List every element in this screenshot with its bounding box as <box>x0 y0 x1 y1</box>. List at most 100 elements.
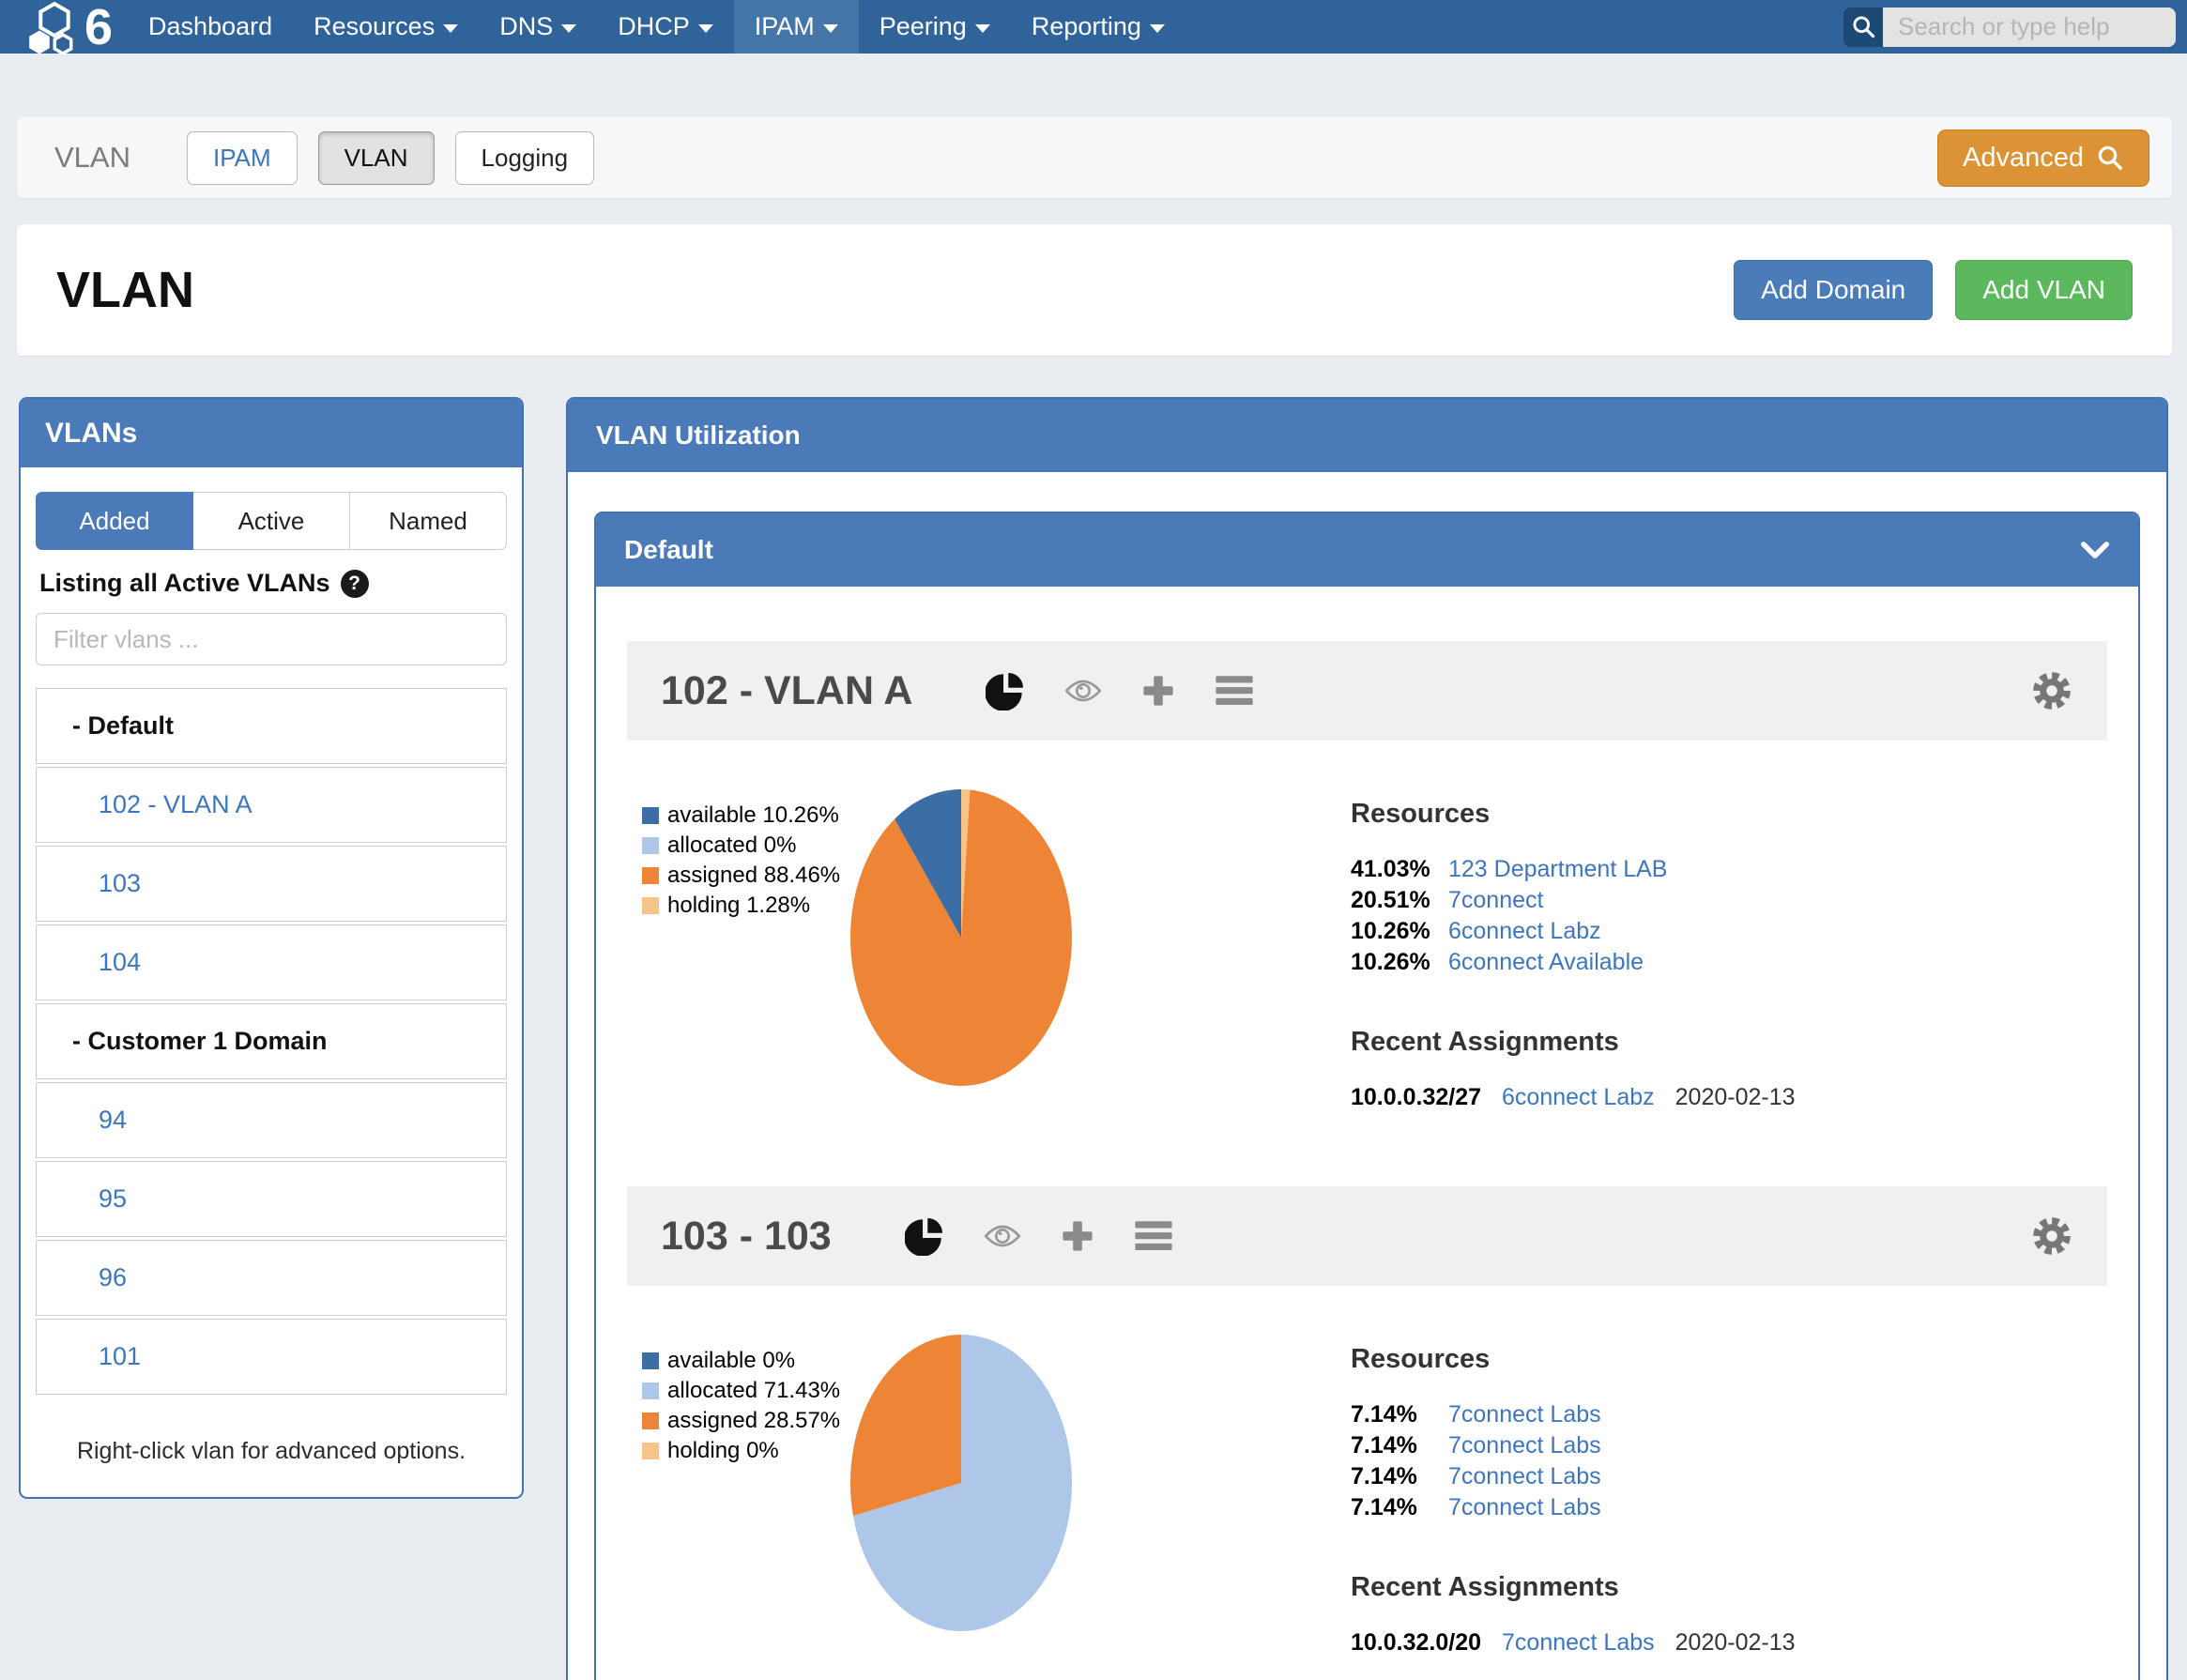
assignment-row: 10.0.32.0/207connect Labs2020-02-13 <box>1351 1627 1796 1658</box>
vlan-list: - Default102 - VLAN A103104- Customer 1 … <box>36 688 507 1395</box>
vlan-card-body: available 0%allocated 71.43%assigned 28.… <box>627 1286 2107 1680</box>
nav-item-reporting[interactable]: Reporting <box>1011 0 1185 53</box>
vlans-panel: VLANs AddedActiveNamed Listing all Activ… <box>19 397 524 1499</box>
legend-item-assigned: assigned 28.57% <box>642 1406 841 1436</box>
resource-link[interactable]: 7connect Labs <box>1448 1430 1601 1461</box>
assignment-resource-link[interactable]: 6connect Labz <box>1502 1082 1655 1113</box>
resource-percent: 7.14% <box>1351 1492 1448 1523</box>
vlan-row[interactable]: 102 - VLAN A <box>36 767 507 843</box>
nav-item-dashboard[interactable]: Dashboard <box>128 0 293 53</box>
global-search-input[interactable] <box>1883 8 2176 47</box>
resource-row: 20.51%7connect <box>1351 885 1796 916</box>
advanced-search-button[interactable]: Advanced <box>1937 130 2149 187</box>
caret-down-icon <box>823 24 838 33</box>
add-vlan-button[interactable]: Add VLAN <box>1955 260 2133 320</box>
vlan-card-body: available 10.26%allocated 0%assigned 88.… <box>627 741 2107 1158</box>
plus-icon[interactable] <box>1141 674 1175 708</box>
tab-logging[interactable]: Logging <box>455 131 595 185</box>
resources-heading: Resources <box>1351 1344 1796 1375</box>
logo-text: 6 <box>84 2 113 53</box>
resource-link[interactable]: 7connect Labs <box>1448 1492 1601 1523</box>
legend-item-allocated: allocated 0% <box>642 831 841 861</box>
resource-link[interactable]: 6connect Labz <box>1448 916 1601 947</box>
vlan-row[interactable]: 96 <box>36 1240 507 1316</box>
vlan-filter-tabs: AddedActiveNamed <box>36 492 507 550</box>
nav-item-peering[interactable]: Peering <box>859 0 1011 53</box>
gear-icon[interactable] <box>2030 1214 2073 1258</box>
legend-item-holding: holding 1.28% <box>642 891 841 921</box>
resource-link[interactable]: 123 Department LAB <box>1448 854 1667 885</box>
vlan-row[interactable]: 101 <box>36 1319 507 1395</box>
resource-row: 10.26%6connect Available <box>1351 947 1796 978</box>
vlan-domain-row[interactable]: - Customer 1 Domain <box>36 1003 507 1079</box>
vlan-utilization-panel: VLAN Utilization Default 102 - VLAN A av… <box>566 397 2168 1680</box>
menu-icon[interactable] <box>1134 1220 1173 1252</box>
resource-row: 7.14%7connect Labs <box>1351 1492 1796 1523</box>
pie-chart <box>849 787 1074 1088</box>
pie-chart-icon[interactable] <box>905 1216 944 1256</box>
vlans-panel-header: VLANs <box>21 399 522 467</box>
search-icon[interactable] <box>1843 8 1883 47</box>
resource-percent: 7.14% <box>1351 1430 1448 1461</box>
search-icon <box>2096 144 2124 172</box>
legend-item-holding: holding 0% <box>642 1436 841 1466</box>
filter-vlans-input[interactable] <box>36 613 507 665</box>
help-icon[interactable]: ? <box>341 570 369 598</box>
vlan-row[interactable]: 103 <box>36 846 507 922</box>
nav-item-ipam[interactable]: IPAM <box>734 0 859 53</box>
page-header: VLAN Add Domain Add VLAN <box>17 224 2172 356</box>
domain-group-header[interactable]: Default <box>596 513 2138 587</box>
nav-item-resources[interactable]: Resources <box>293 0 479 53</box>
vlan-card: 103 - 103 available 0%allocated 71.43%as… <box>627 1186 2107 1680</box>
vlan-domain-row[interactable]: - Default <box>36 688 507 764</box>
legend-item-allocated: allocated 71.43% <box>642 1376 841 1406</box>
advanced-search-label: Advanced <box>1963 143 2084 174</box>
tab-ipam[interactable]: IPAM <box>187 131 298 185</box>
resource-row: 41.03%123 Department LAB <box>1351 854 1796 885</box>
resource-link[interactable]: 7connect Labs <box>1448 1399 1601 1430</box>
resource-link[interactable]: 7connect Labs <box>1448 1461 1601 1492</box>
legend-color-assigned <box>642 1413 659 1429</box>
legend-label: available 10.26% <box>667 801 839 831</box>
resource-link[interactable]: 6connect Available <box>1448 947 1644 978</box>
resource-link[interactable]: 7connect <box>1448 885 1543 916</box>
resources-heading: Resources <box>1351 799 1796 830</box>
legend-label: allocated 71.43% <box>667 1376 840 1406</box>
breadcrumb: VLAN <box>54 141 130 175</box>
resource-row: 7.14%7connect Labs <box>1351 1430 1796 1461</box>
section-tabs: IPAM VLAN Logging <box>187 131 594 185</box>
logo-hexagons-icon <box>15 0 88 54</box>
sidebar-footer-note: Right-click vlan for advanced options. <box>36 1438 507 1465</box>
nav-item-dhcp[interactable]: DHCP <box>597 0 734 53</box>
nav-item-label: DHCP <box>618 12 690 41</box>
menu-icon[interactable] <box>1215 675 1254 707</box>
nav-item-dns[interactable]: DNS <box>479 0 597 53</box>
assignment-row: 10.0.0.32/276connect Labz2020-02-13 <box>1351 1082 1796 1113</box>
legend-label: holding 1.28% <box>667 891 810 921</box>
chevron-down-icon <box>2080 541 2110 559</box>
tab-vlan[interactable]: VLAN <box>318 131 435 185</box>
caret-down-icon <box>443 24 458 33</box>
vlan-row[interactable]: 104 <box>36 924 507 1000</box>
assignments-list: 10.0.0.32/276connect Labz2020-02-13 <box>1351 1082 1796 1113</box>
pie-chart-icon[interactable] <box>986 671 1025 710</box>
vlan-row[interactable]: 95 <box>36 1161 507 1237</box>
add-domain-button[interactable]: Add Domain <box>1734 260 1933 320</box>
eye-icon[interactable] <box>984 1222 1021 1250</box>
resource-row: 10.26%6connect Labz <box>1351 916 1796 947</box>
vlan-tab-added[interactable]: Added <box>36 492 193 550</box>
breadcrumb-bar: VLAN IPAM VLAN Logging Advanced <box>17 117 2172 198</box>
vlan-row[interactable]: 94 <box>36 1082 507 1158</box>
gear-icon[interactable] <box>2030 669 2073 712</box>
domain-group-title: Default <box>624 535 713 565</box>
app-logo[interactable]: 6 <box>8 0 128 53</box>
eye-icon[interactable] <box>1064 677 1102 705</box>
assignment-resource-link[interactable]: 7connect Labs <box>1502 1627 1655 1658</box>
plus-icon[interactable] <box>1061 1219 1094 1253</box>
resource-percent: 20.51% <box>1351 885 1448 916</box>
legend-label: assigned 28.57% <box>667 1406 840 1436</box>
vlan-tab-named[interactable]: Named <box>350 492 507 550</box>
resource-percent: 41.03% <box>1351 854 1448 885</box>
vlan-card: 102 - VLAN A available 10.26%allocated 0… <box>627 641 2107 1158</box>
vlan-tab-active[interactable]: Active <box>193 492 350 550</box>
